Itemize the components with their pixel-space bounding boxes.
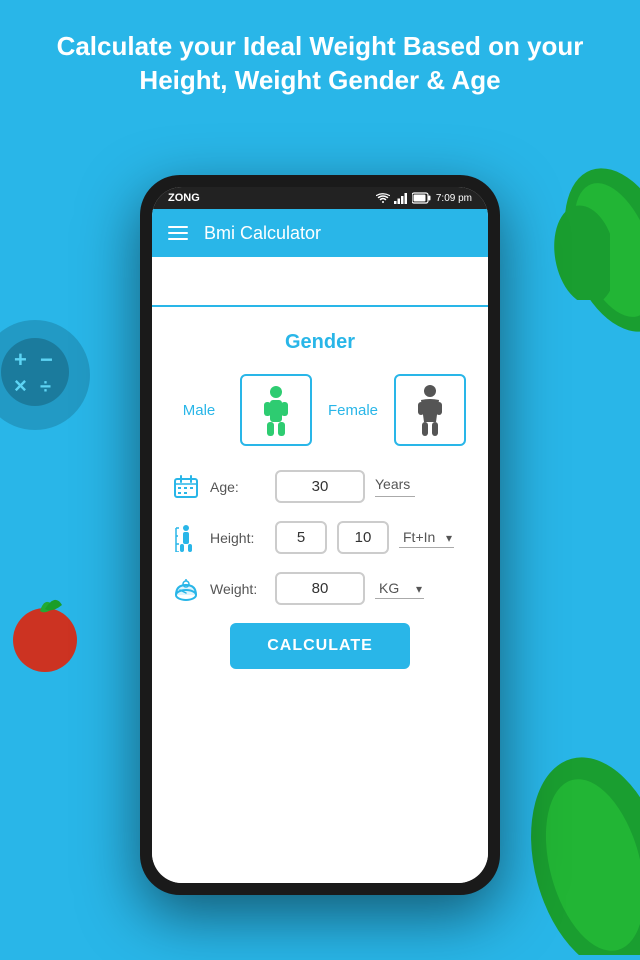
male-gender-box[interactable] (240, 374, 312, 446)
age-label: Age: (210, 479, 265, 495)
status-bar: ZONG (152, 187, 488, 209)
male-label: Male (174, 402, 224, 419)
leaf-mid-right (550, 200, 610, 305)
tomato-decoration (0, 585, 90, 680)
gender-selector-row: Male Female (172, 374, 468, 446)
weight-label: Weight: (210, 581, 265, 597)
weight-unit-wrapper: KG LBS (375, 578, 424, 599)
phone-outer-shell: ZONG (140, 175, 500, 895)
height-unit-select[interactable]: Ft+In Cm (399, 527, 454, 548)
phone-screen: ZONG (152, 187, 488, 883)
carrier-name: ZONG (168, 192, 200, 204)
height-row: Height: Ft+In Cm (172, 521, 468, 554)
math-circle-decoration: + − × ÷ (0, 320, 90, 430)
battery-icon (412, 192, 432, 204)
height-ft-input[interactable] (275, 521, 327, 554)
hamburger-line-1 (168, 226, 188, 228)
height-label: Height: (210, 530, 265, 546)
white-banner (152, 257, 488, 307)
calculate-button[interactable]: CALCULATE (230, 623, 410, 669)
weight-unit-select[interactable]: KG LBS (375, 578, 424, 599)
weight-row: Weight: KG LBS (172, 572, 468, 605)
ruler-figure-icon (174, 524, 198, 552)
female-label: Female (328, 402, 378, 419)
age-input[interactable] (275, 470, 365, 503)
age-icon (172, 473, 200, 501)
svg-text:+: + (14, 347, 27, 372)
app-bar: Bmi Calculator (152, 209, 488, 257)
height-icon (172, 524, 200, 552)
wifi-icon (376, 192, 390, 204)
header-title: Calculate your Ideal Weight Based on you… (0, 0, 640, 118)
calendar-icon (174, 475, 198, 499)
hamburger-menu-button[interactable] (168, 226, 188, 240)
hamburger-line-3 (168, 238, 188, 240)
weight-input[interactable] (275, 572, 365, 605)
scale-icon (174, 577, 198, 601)
time-display: 7:09 pm (436, 193, 472, 204)
phone-mockup: ZONG (140, 175, 500, 895)
signal-icon (394, 192, 408, 204)
status-icons: 7:09 pm (376, 192, 472, 204)
weight-icon (172, 575, 200, 603)
female-gender-box[interactable] (394, 374, 466, 446)
age-unit: Years (375, 476, 415, 497)
female-figure-icon (411, 384, 449, 436)
app-title: Bmi Calculator (204, 223, 321, 244)
svg-text:−: − (40, 347, 53, 372)
age-row: Age: Years (172, 470, 468, 503)
content-area: Gender Male Femal (152, 307, 488, 883)
leaf-right-top (560, 160, 640, 345)
male-figure-icon (257, 384, 295, 436)
leaf-bottom-right (520, 735, 640, 960)
hamburger-line-2 (168, 232, 188, 234)
gender-section-title: Gender (172, 331, 468, 354)
height-unit-wrapper: Ft+In Cm (399, 527, 454, 548)
svg-text:×: × (14, 373, 27, 398)
height-in-input[interactable] (337, 521, 389, 554)
math-symbols-icon: + − × ÷ (0, 337, 70, 414)
svg-text:÷: ÷ (40, 376, 51, 398)
